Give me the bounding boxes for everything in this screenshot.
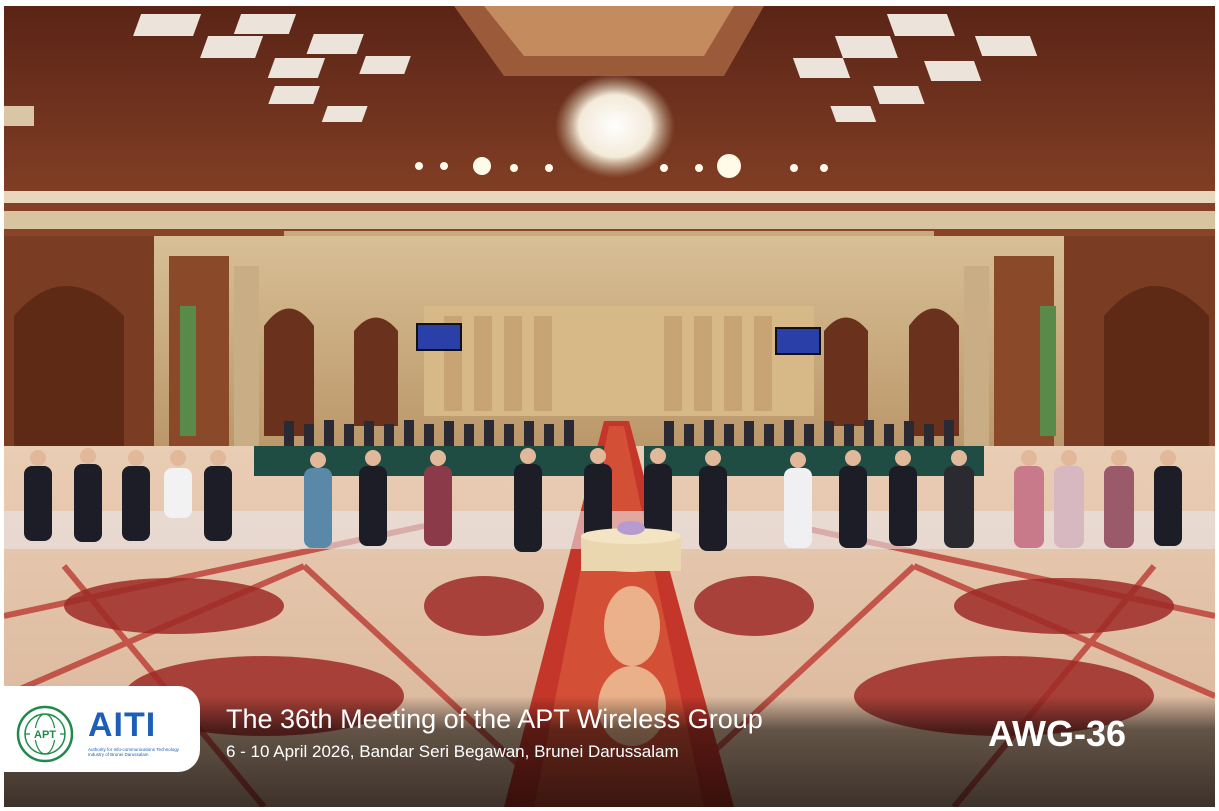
event-title: The 36th Meeting of the APT Wireless Gro… [226, 704, 763, 734]
flower-arrangement [617, 521, 645, 535]
aiti-tagline: Authority for Info-communications Techno… [88, 747, 179, 757]
aiti-logo-wordmark: AITI [88, 706, 157, 744]
event-details: 6 - 10 April 2026, Bandar Seri Begawan, … [226, 742, 679, 761]
screen-right [775, 327, 821, 355]
screen-left [416, 323, 462, 351]
event-code: AWG-36 [988, 713, 1127, 754]
apt-logo-text: APT [34, 729, 56, 741]
chandelier-main [555, 74, 675, 178]
apt-logo-icon: APT [16, 705, 74, 763]
